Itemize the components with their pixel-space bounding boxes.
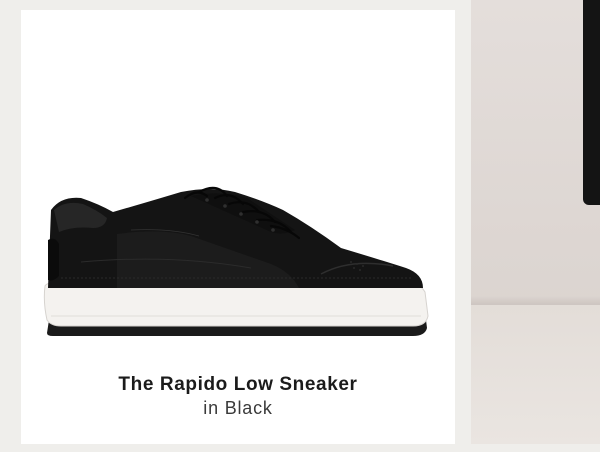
next-product-card-partial[interactable] <box>471 0 600 444</box>
sneaker-product-image[interactable] <box>21 170 455 370</box>
floor <box>471 305 600 444</box>
product-title[interactable]: The Rapido Low Sneaker <box>21 374 455 396</box>
garment-partial-image <box>583 0 600 205</box>
product-card[interactable]: The Rapido Low Sneaker in Black <box>21 10 455 444</box>
product-color-label: in Black <box>203 398 273 418</box>
